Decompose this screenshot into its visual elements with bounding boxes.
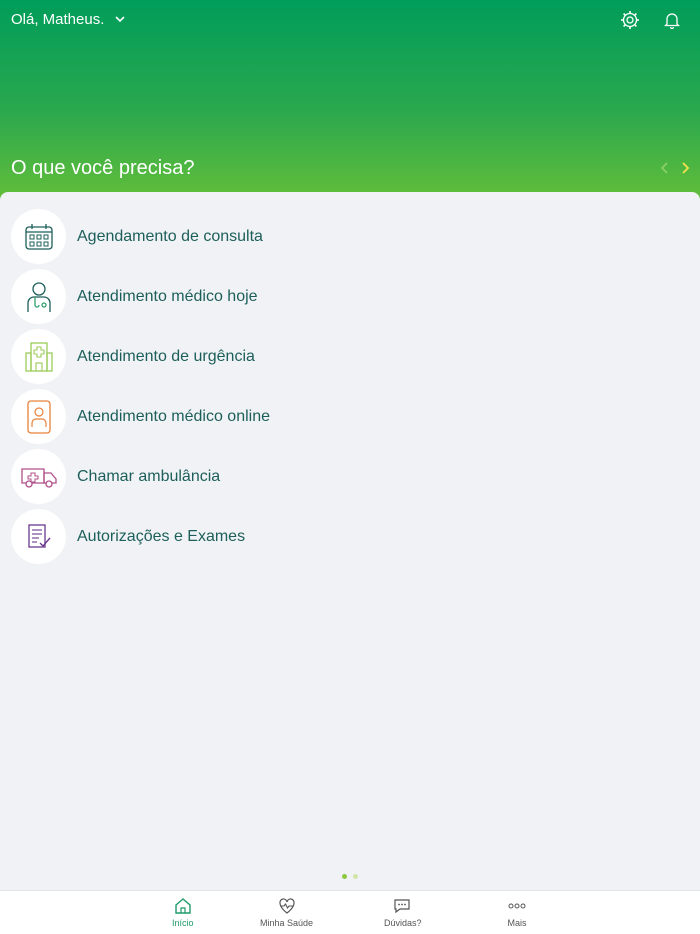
content-sheet: Agendamento de consulta Atendimento médi… [0, 192, 700, 890]
page-indicator [342, 874, 358, 879]
service-label: Atendimento médico hoje [77, 287, 258, 305]
nav-home[interactable]: Início [172, 897, 194, 928]
chat-icon [394, 899, 410, 914]
doctor-icon [26, 281, 51, 312]
service-label: Autorizações e Exames [77, 527, 246, 545]
header-banner: Olá, Matheus. O que você precisa? [0, 0, 700, 200]
services-list: Agendamento de consulta Atendimento médi… [11, 209, 270, 569]
nav-label: Início [172, 918, 194, 928]
page-dot-active[interactable] [342, 874, 347, 879]
service-label: Atendimento médico online [77, 407, 271, 425]
service-label: Agendamento de consulta [77, 227, 263, 245]
chevron-left-icon[interactable] [658, 160, 670, 176]
more-icon [508, 903, 526, 909]
home-icon [175, 898, 191, 914]
chevron-down-icon [114, 14, 126, 26]
service-label: Atendimento de urgência [77, 347, 255, 365]
nav-more[interactable]: Mais [507, 897, 527, 928]
profile-selector[interactable]: Olá, Matheus. [11, 11, 126, 28]
bottom-navigation: Início Minha Saúde Dúvidas? Mais [0, 890, 700, 934]
nav-label: Mais [507, 918, 527, 928]
nav-questions[interactable]: Dúvidas? [384, 897, 422, 928]
nav-my-health[interactable]: Minha Saúde [260, 897, 313, 928]
heart-pulse-icon [278, 898, 295, 914]
section-title: O que você precisa? [11, 157, 195, 179]
service-urgent-care[interactable]: Atendimento de urgência [11, 329, 270, 384]
calendar-icon [24, 223, 53, 250]
hospital-icon [24, 341, 53, 372]
service-authorizations[interactable]: Autorizações e Exames [11, 509, 270, 564]
service-label: Chamar ambulância [77, 467, 221, 485]
service-ambulance[interactable]: Chamar ambulância [11, 449, 270, 504]
service-doctor-today[interactable]: Atendimento médico hoje [11, 269, 270, 324]
nav-label: Dúvidas? [384, 918, 422, 928]
service-online-doctor[interactable]: Atendimento médico online [11, 389, 270, 444]
settings-gear-icon[interactable] [620, 10, 640, 30]
ambulance-icon [20, 467, 57, 488]
nav-label: Minha Saúde [260, 918, 314, 928]
bell-icon[interactable] [662, 10, 682, 30]
page-dot[interactable] [353, 874, 358, 879]
mobile-doctor-icon [26, 399, 51, 434]
greeting-text: Olá, Matheus. [11, 11, 105, 28]
chevron-right-icon[interactable] [680, 160, 692, 176]
service-scheduling[interactable]: Agendamento de consulta [11, 209, 270, 264]
document-check-icon [27, 523, 51, 548]
